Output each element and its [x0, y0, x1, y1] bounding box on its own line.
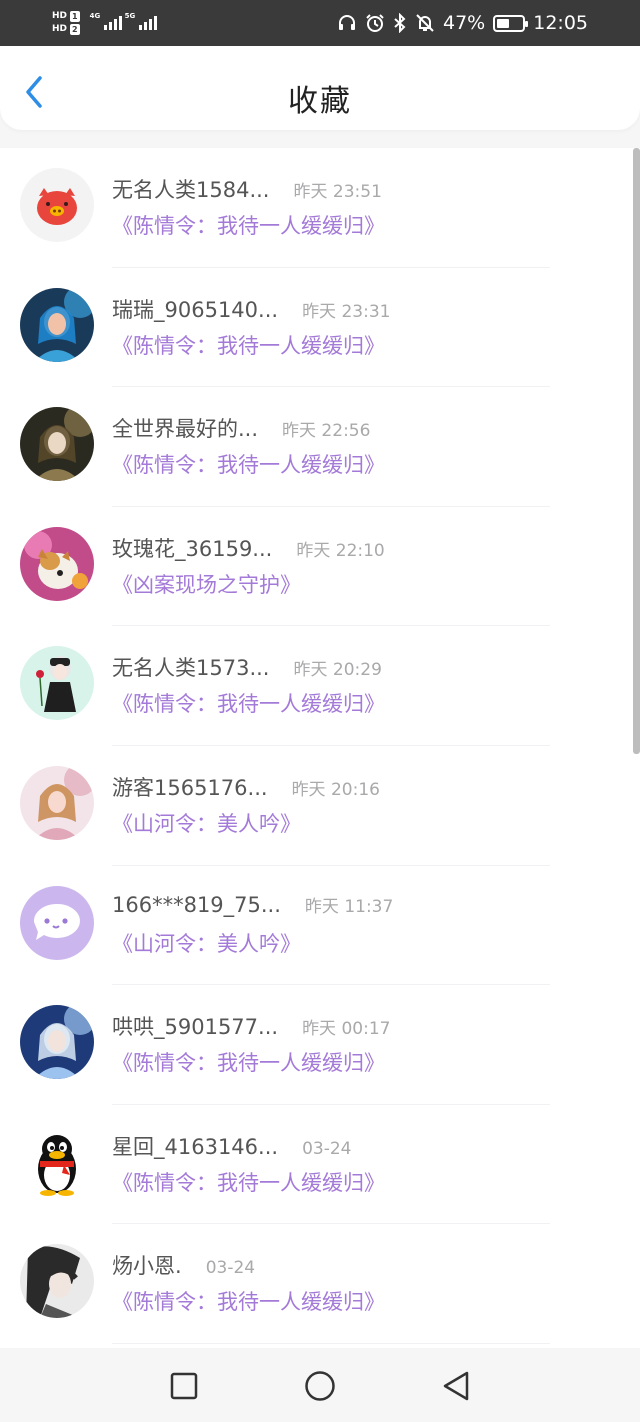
item-header-row: 玫瑰花_36159... 昨天 22:10: [112, 533, 385, 563]
book-title-link[interactable]: 《陈情令：我待一人缓缓归》: [112, 1047, 385, 1077]
user-name: 炀小恩.: [112, 1254, 182, 1279]
list-item[interactable]: 游客1565176... 昨天 20:16 《山河令：美人吟》: [0, 746, 640, 866]
battery-percent: 47%: [443, 12, 486, 34]
clock: 12:05: [533, 12, 588, 34]
list-item[interactable]: 瑞瑞_9065140... 昨天 23:31 《陈情令：我待一人缓缓归》: [0, 268, 640, 388]
divider: [112, 1342, 550, 1344]
book-title-link[interactable]: 《陈情令：我待一人缓缓归》: [112, 330, 385, 360]
home-button[interactable]: [300, 1366, 340, 1406]
item-header-row: 瑞瑞_9065140... 昨天 23:31: [112, 294, 390, 324]
timestamp: 昨天 20:16: [291, 779, 380, 800]
user-name: 玫瑰花_36159...: [112, 536, 273, 561]
user-name: 无名人类1573...: [112, 656, 270, 681]
book-title-link[interactable]: 《山河令：美人吟》: [112, 928, 301, 958]
system-nav-bar: [0, 1350, 640, 1422]
app-header: 收藏: [0, 46, 640, 130]
book-title-link[interactable]: 《陈情令：我待一人缓缓归》: [112, 688, 385, 718]
user-name: 166***819_75...: [112, 892, 281, 917]
timestamp: 03-24: [205, 1258, 256, 1279]
item-header-row: 166***819_75... 昨天 11:37: [112, 892, 393, 917]
list-item[interactable]: 全世界最好的... 昨天 22:56 《陈情令：我待一人缓缓归》: [0, 387, 640, 507]
favorites-list[interactable]: 无名人类1584... 昨天 23:51 《陈情令：我待一人缓缓归》 瑞瑞_90651…: [0, 148, 640, 1348]
timestamp: 昨天 11:37: [304, 896, 394, 917]
timestamp: 03-24: [302, 1138, 352, 1159]
anime-girl-avatar[interactable]: [20, 646, 94, 721]
item-header-row: 游客1565176... 昨天 20:16: [112, 772, 380, 802]
item-header-row: 无名人类1573... 昨天 20:29: [112, 652, 382, 682]
headphones-icon: [339, 15, 355, 30]
item-header-row: 全世界最好的... 昨天 22:56: [112, 413, 370, 443]
timestamp: 昨天 22:56: [282, 421, 371, 442]
book-title-link[interactable]: 《陈情令：我待一人缓缓归》: [112, 1167, 385, 1197]
photo-avatar[interactable]: [20, 287, 94, 362]
timestamp: 昨天 23:51: [293, 182, 382, 202]
page-title: 收藏: [288, 84, 352, 119]
list-item[interactable]: 星回_4163146... 03-24 《陈情令：我待一人缓缓归》: [0, 1105, 640, 1225]
bluetooth-icon: [394, 13, 406, 33]
status-left: HD 1 HD 2 4G 5G: [52, 11, 157, 35]
alarm-icon: [366, 14, 384, 32]
user-name: 全世界最好的...: [112, 417, 259, 442]
dog-avatar[interactable]: [20, 526, 94, 601]
item-header-row: 无名人类1584... 昨天 23:51: [112, 174, 382, 204]
home-icon: [305, 1371, 335, 1401]
nav-back-button[interactable]: [436, 1366, 476, 1406]
sketch-avatar[interactable]: [20, 1244, 94, 1319]
battery-icon: [493, 14, 529, 32]
item-header-row: 哄哄_5901577... 昨天 00:17: [112, 1011, 390, 1041]
book-title-link[interactable]: 《陈情令：我待一人缓缓归》: [112, 1286, 385, 1316]
signal-5g-icon: 5G: [125, 12, 157, 30]
status-bar: HD 1 HD 2 4G 5G 47% 12:05: [0, 0, 640, 46]
chat-bubble-avatar[interactable]: [20, 885, 94, 960]
timestamp: 昨天 20:29: [293, 660, 382, 681]
list-item[interactable]: 166***819_75... 昨天 11:37 《山河令：美人吟》: [0, 866, 640, 986]
timestamp: 昨天 23:31: [302, 301, 391, 322]
photo-avatar[interactable]: [20, 407, 94, 482]
user-name: 游客1565176...: [112, 775, 268, 800]
timestamp: 昨天 00:17: [302, 1019, 391, 1040]
list-item[interactable]: 无名人类1584... 昨天 23:51 《陈情令：我待一人缓缓归》: [0, 148, 640, 268]
user-name: 星回_4163146...: [112, 1134, 279, 1159]
hd-indicators: HD 1 HD 2: [52, 11, 80, 35]
book-title-link[interactable]: 《陈情令：我待一人缓缓归》: [112, 449, 385, 479]
list-item[interactable]: 哄哄_5901577... 昨天 00:17 《陈情令：我待一人缓缓归》: [0, 985, 640, 1105]
user-name: 无名人类1584...: [112, 178, 270, 202]
list-item[interactable]: 无名人类1573... 昨天 20:29 《陈情令：我待一人缓缓归》: [0, 626, 640, 746]
photo-avatar[interactable]: [20, 1005, 94, 1080]
recent-apps-icon: [170, 1372, 198, 1400]
item-header-row: 炀小恩. 03-24: [112, 1250, 255, 1280]
signal-indicators: 4G 5G: [90, 12, 157, 30]
hd2-indicator: HD 2: [52, 24, 80, 35]
book-title-link[interactable]: 《陈情令：我待一人缓缓归》: [112, 210, 385, 240]
user-name: 瑞瑞_9065140...: [112, 297, 279, 322]
book-title-link[interactable]: 《山河令：美人吟》: [112, 808, 301, 838]
recent-apps-button[interactable]: [164, 1366, 204, 1406]
item-header-row: 星回_4163146... 03-24: [112, 1131, 351, 1161]
scrollbar[interactable]: [633, 148, 640, 754]
signal-4g-icon: 4G: [90, 12, 122, 30]
user-name: 哄哄_5901577...: [112, 1015, 279, 1040]
list-item[interactable]: 炀小恩. 03-24 《陈情令：我待一人缓缓归》: [0, 1224, 640, 1344]
mute-bell-icon: [416, 14, 434, 32]
back-icon: [443, 1371, 469, 1401]
status-right: 47% 12:05: [337, 12, 588, 34]
book-title-link[interactable]: 《凶案现场之守护》: [112, 569, 301, 599]
pig-avatar[interactable]: [20, 168, 94, 242]
list-item[interactable]: 玫瑰花_36159... 昨天 22:10 《凶案现场之守护》: [0, 507, 640, 627]
penguin-avatar[interactable]: [20, 1124, 94, 1199]
hd1-indicator: HD 1: [52, 11, 80, 22]
photo-avatar[interactable]: [20, 765, 94, 840]
timestamp: 昨天 22:10: [296, 540, 385, 561]
